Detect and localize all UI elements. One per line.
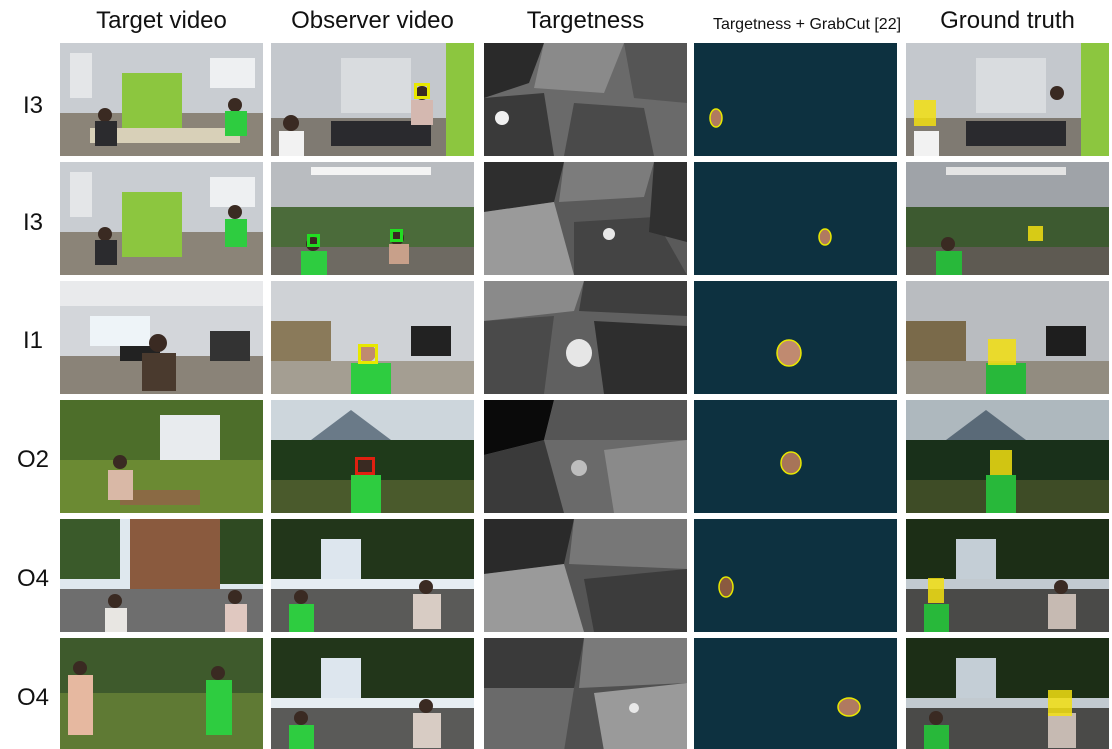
grabcut-result (694, 519, 897, 632)
target-video-frame (60, 638, 263, 749)
ground-truth-frame (906, 638, 1109, 749)
row-label: I3 (22, 92, 43, 119)
row-label: O2 (16, 446, 49, 473)
header-observer-video: Observer video (291, 7, 454, 34)
observer-video-frame (271, 519, 474, 632)
row-label: O4 (16, 684, 49, 711)
ground-truth-frame (906, 43, 1109, 156)
grabcut-result (694, 638, 897, 749)
header-ground-truth: Ground truth (940, 7, 1075, 34)
targetness-map (484, 519, 687, 632)
targetness-map (484, 43, 687, 156)
header-targetness-grabcut: Targetness + GrabCut [22] (712, 16, 902, 33)
detection-box (390, 229, 403, 242)
target-video-frame (60, 519, 263, 632)
detection-box (358, 344, 378, 364)
row-label: I1 (22, 327, 43, 354)
detection-box (307, 234, 320, 247)
target-video-frame (60, 281, 263, 394)
observer-video-frame (271, 638, 474, 749)
target-video-frame (60, 400, 263, 513)
ground-truth-frame (906, 162, 1109, 275)
grabcut-result (694, 281, 897, 394)
grabcut-result (694, 162, 897, 275)
grabcut-result (694, 400, 897, 513)
ground-truth-frame (906, 519, 1109, 632)
observer-video-frame (271, 400, 474, 513)
target-video-frame (60, 43, 263, 156)
targetness-map (484, 638, 687, 749)
targetness-map (484, 400, 687, 513)
ground-truth-frame (906, 400, 1109, 513)
targetness-map (484, 162, 687, 275)
target-video-frame (60, 162, 263, 275)
observer-video-frame (271, 43, 474, 156)
grabcut-result (694, 43, 897, 156)
targetness-map (484, 281, 687, 394)
observer-video-frame (271, 162, 474, 275)
row-label: O4 (16, 565, 49, 592)
ground-truth-frame (906, 281, 1109, 394)
header-target-video: Target video (96, 7, 227, 34)
detection-box (414, 83, 430, 99)
header-targetness: Targetness (526, 7, 645, 34)
row-label: I3 (22, 209, 43, 236)
observer-video-frame (271, 281, 474, 394)
detection-box (355, 457, 375, 475)
